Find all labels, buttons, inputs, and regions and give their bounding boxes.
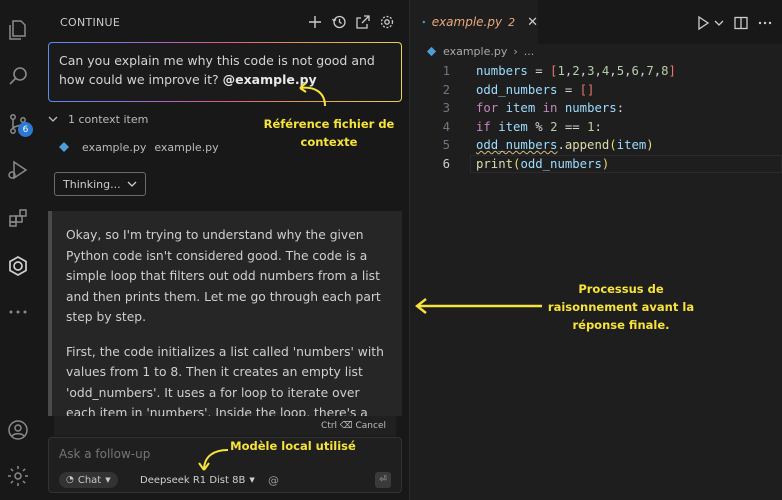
arrow-left-icon (415, 298, 542, 314)
question-message[interactable]: Can you explain me why this code is not … (48, 42, 402, 102)
breadcrumb[interactable]: example.py › ... (426, 42, 534, 60)
tab-bar: example.py 2 ✕ (410, 0, 782, 44)
breadcrumb-separator-icon: › (513, 44, 518, 58)
line-number: 6 (442, 156, 450, 171)
python-file-icon (426, 46, 437, 56)
code-text: for item in numbers: (476, 101, 625, 115)
add-context-button[interactable]: @ (261, 472, 286, 488)
model-selector[interactable]: Deepseek R1 Dist 8B ▼ (133, 472, 262, 488)
reasoning-block: Okay, so I'm trying to understand why th… (48, 211, 402, 416)
line-number: 5 (442, 138, 450, 152)
more-actions-icon[interactable] (756, 14, 774, 32)
chevron-down-icon: ▼ (249, 476, 255, 484)
code-editor[interactable]: 1 numbers = [1,2,3,4,5,6,7,8] 2 odd_numb… (410, 62, 782, 173)
code-text: odd_numbers = [] (476, 82, 595, 97)
tab-example-py[interactable]: example.py 2 ✕ (410, 0, 538, 44)
code-line: 3 for item in numbers: (410, 99, 782, 118)
breadcrumb-file[interactable]: example.py (443, 45, 507, 58)
code-line: 2 odd_numbers = [] (410, 81, 782, 100)
line-number: 1 (442, 64, 450, 78)
breadcrumb-more[interactable]: ... (524, 45, 535, 58)
chat-icon: ◔ (66, 475, 74, 485)
code-line-active: 6 print(odd_numbers) (410, 154, 782, 173)
code-line: 5 odd_numbers.append(item) (410, 136, 782, 155)
python-file-icon (59, 142, 69, 152)
continue-icon[interactable] (4, 252, 32, 280)
run-debug-icon[interactable] (4, 156, 32, 184)
context-file-name: example.py (82, 140, 147, 154)
reasoning-paragraph: Okay, so I'm trying to understand why th… (66, 228, 381, 324)
code-text: numbers = [1,2,3,4,5,6,7,8] (476, 64, 676, 78)
activity-bar: 6 (0, 0, 36, 500)
line-number: 4 (442, 119, 450, 134)
annotation-context-reference: Référence fichier de contexte (263, 117, 395, 149)
context-items-toggle[interactable]: 1 context item (48, 110, 148, 128)
at-icon: @ (268, 473, 279, 487)
extensions-icon[interactable] (4, 204, 32, 232)
split-editor-icon[interactable] (732, 14, 750, 32)
context-count-label: 1 context item (68, 112, 149, 126)
scm-badge: 6 (18, 122, 33, 137)
new-session-icon[interactable] (306, 13, 324, 31)
mode-label: Chat (77, 474, 102, 486)
explorer-icon[interactable] (4, 16, 32, 44)
settings-gear-icon[interactable] (4, 462, 32, 490)
history-icon[interactable] (330, 13, 348, 31)
editor-area: example.py 2 ✕ example.py › ... 1 number… (410, 0, 782, 500)
panel-title: CONTINUE (60, 16, 121, 29)
code-text: if item % 2 == 1: (476, 119, 602, 134)
settings-icon[interactable] (378, 13, 396, 31)
line-number: 2 (442, 82, 450, 97)
chevron-down-icon: ▼ (105, 476, 111, 484)
line-number: 3 (442, 101, 450, 115)
enter-icon: ⏎ (379, 475, 387, 485)
annotation-reasoning-process: Processus de raisonnement avant la répon… (547, 282, 695, 332)
chevron-down-icon (127, 181, 137, 187)
search-icon[interactable] (4, 62, 32, 90)
python-file-icon (422, 20, 426, 24)
problems-count: 2 (508, 15, 516, 29)
code-line: 4 if item % 2 == 1: (410, 118, 782, 137)
code-text: print(odd_numbers) (476, 156, 610, 171)
annotation-local-model: Modèle local utilisé (230, 439, 356, 453)
mode-selector[interactable]: ◔ Chat ▼ (59, 472, 118, 488)
tab-label: example.py (431, 15, 503, 29)
code-text: odd_numbers.append(item) (476, 138, 654, 152)
context-file-item[interactable]: example.py example.py (58, 138, 219, 156)
thinking-toggle-button[interactable]: Thinking... (54, 172, 146, 196)
continue-panel: CONTINUE Can you explain me why this cod… (36, 0, 410, 500)
cancel-generation[interactable]: Ctrl ⌫ Cancel (54, 416, 396, 436)
curved-arrow-icon (198, 449, 229, 471)
send-button[interactable]: ⏎ (375, 472, 391, 488)
more-icon[interactable] (4, 298, 32, 326)
cancel-label: Ctrl ⌫ Cancel (321, 421, 386, 431)
reasoning-paragraph: First, the code initializes a list calle… (66, 344, 384, 417)
panel-header: CONTINUE (36, 0, 410, 44)
chevron-down-icon[interactable] (710, 14, 728, 32)
chevron-down-icon (48, 116, 58, 122)
close-icon[interactable]: ✕ (527, 15, 538, 30)
thinking-label: Thinking... (63, 177, 121, 191)
code-line: 1 numbers = [1,2,3,4,5,6,7,8] (410, 62, 782, 81)
account-icon[interactable] (4, 416, 32, 444)
curved-arrow-icon (299, 82, 326, 107)
model-label: Deepseek R1 Dist 8B (140, 474, 246, 486)
open-external-icon[interactable] (354, 13, 372, 31)
context-file-path: example.py (154, 140, 219, 154)
